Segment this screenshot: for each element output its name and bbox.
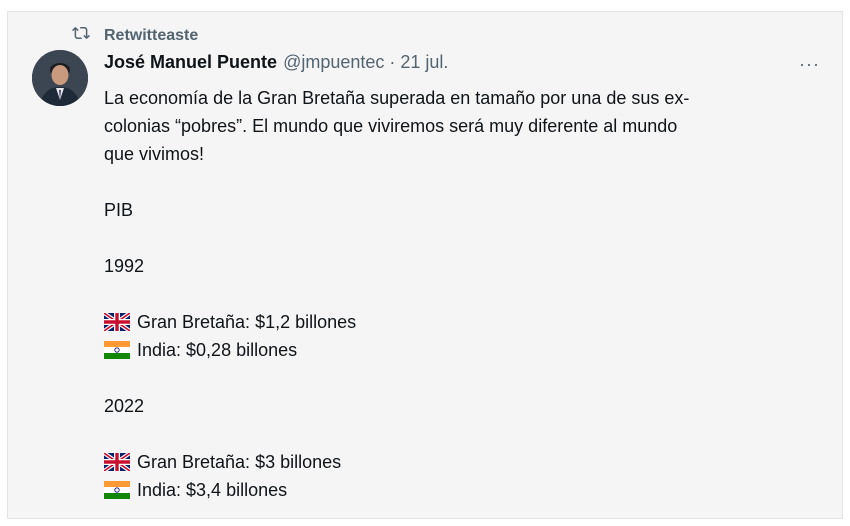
separator-dot: · — [389, 52, 396, 72]
more-icon[interactable]: ··· — [799, 54, 820, 75]
avatar[interactable] — [32, 50, 88, 106]
retweet-label: Retwitteaste — [104, 26, 199, 44]
retweet-icon — [72, 24, 104, 47]
author-handle[interactable]: @jmpuentec — [283, 52, 384, 73]
year-label: 1992 — [104, 256, 145, 276]
gdp-row: Gran Bretaña: $1,2 billones — [102, 308, 804, 336]
year-label: 2022 — [104, 396, 145, 416]
uk-flag-icon — [102, 311, 132, 333]
pib-label: PIB — [104, 200, 134, 220]
tweet-date[interactable]: 21 jul. — [400, 52, 448, 73]
author-name[interactable]: José Manuel Puente — [104, 52, 277, 73]
gdp-row-text: India: $0,28 billones — [137, 340, 298, 360]
tweet-header: José Manuel Puente @jmpuentec · 21 jul. — [104, 52, 448, 73]
uk-flag-icon — [102, 451, 132, 473]
gdp-row-text: Gran Bretaña: $3 billones — [137, 452, 342, 472]
gdp-row-text: India: $3,4 billones — [137, 480, 288, 500]
tweet-text-line: colonias “pobres”. El mundo que viviremo… — [104, 116, 678, 136]
gdp-row: India: $3,4 billones — [104, 476, 804, 504]
retweet-indicator: Retwitteaste — [72, 24, 198, 47]
india-flag-icon — [104, 339, 130, 359]
tweet-card[interactable]: Retwitteaste José Manuel Puente @jmpuent… — [7, 11, 843, 519]
gdp-row: Gran Bretaña: $3 billones — [102, 448, 804, 476]
tweet-text-line: que vivimos! — [104, 144, 205, 164]
gdp-row: India: $0,28 billones — [104, 336, 804, 364]
gdp-row-text: Gran Bretaña: $1,2 billones — [137, 312, 357, 332]
india-flag-icon — [104, 479, 130, 499]
tweet-text-line: La economía de la Gran Bretaña superada … — [104, 88, 690, 108]
tweet-text: La economía de la Gran Bretaña superada … — [102, 84, 804, 504]
